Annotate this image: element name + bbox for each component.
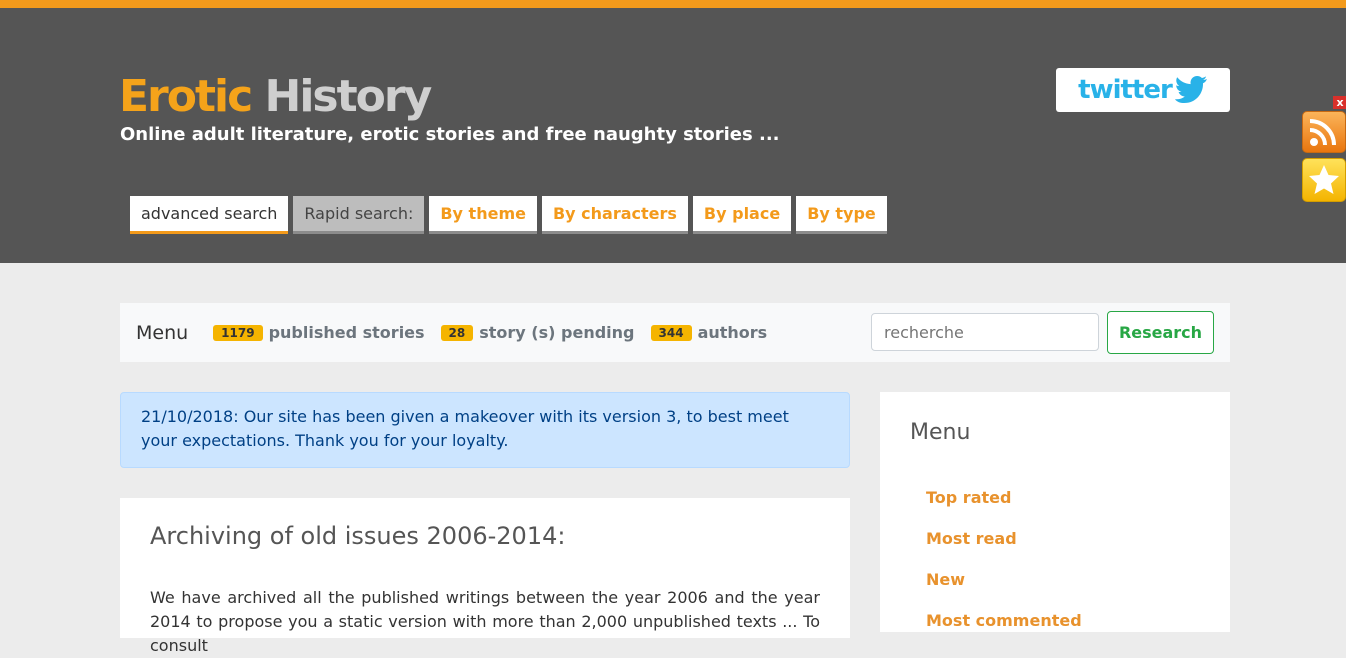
sidebar-item-most-commented[interactable]: Most commented [926, 611, 1082, 652]
twitter-label: twitter [1078, 75, 1173, 105]
sidebar-item-top-rated[interactable]: Top rated [926, 488, 1082, 529]
logo-word-erotic: Erotic [119, 71, 253, 122]
tab-by-theme[interactable]: By theme [429, 196, 537, 234]
site-logo[interactable]: Erotic History [119, 71, 433, 122]
search-input[interactable] [871, 313, 1099, 351]
twitter-button[interactable]: twitter [1056, 68, 1230, 112]
pending-count-badge: 28 [440, 324, 474, 341]
sidebar-list: Top rated Most read New Most commented [926, 488, 1082, 652]
published-count-badge: 1179 [213, 324, 263, 341]
rss-icon[interactable] [1302, 111, 1346, 153]
article-body: We have archived all the published writi… [150, 588, 820, 655]
menubar-title[interactable]: Menu [136, 322, 188, 344]
published-label: published stories [268, 323, 425, 342]
tab-by-characters[interactable]: By characters [541, 196, 688, 234]
tab-rapid-search[interactable]: Rapid search: [293, 196, 425, 234]
info-alert: 21/10/2018: Our site has been given a ma… [120, 392, 850, 468]
twitter-bird-icon [1174, 76, 1207, 103]
research-button[interactable]: Research [1107, 311, 1214, 354]
article-card: Archiving of old issues 2006-2014: We ha… [120, 498, 850, 655]
sidebar-menu: Menu Top rated Most read New Most commen… [880, 392, 1230, 632]
star-glyph-icon [1309, 165, 1339, 194]
search-tabs: advanced search Rapid search: By theme B… [130, 196, 887, 234]
stat-published-stories: 1179 published stories [213, 323, 425, 342]
logo-word-history: History [264, 71, 433, 122]
tab-advanced-search[interactable]: advanced search [130, 196, 289, 234]
sidebar-item-new[interactable]: New [926, 570, 1082, 611]
stat-authors: 344 authors [650, 323, 768, 342]
top-accent-bar [0, 0, 1346, 8]
stat-pending-stories: 28 story (s) pending [440, 323, 635, 342]
stats-menubar: Menu 1179 published stories 28 story (s)… [120, 303, 1230, 362]
pending-label: story (s) pending [479, 323, 635, 342]
authors-label: authors [697, 323, 768, 342]
tab-by-place[interactable]: By place [692, 196, 792, 234]
rss-glyph-icon [1309, 119, 1336, 146]
sidebar-title: Menu [910, 420, 971, 445]
sidebar-item-most-read[interactable]: Most read [926, 529, 1082, 570]
tab-by-type[interactable]: By type [796, 196, 887, 234]
authors-count-badge: 344 [650, 324, 692, 341]
site-tagline: Online adult literature, erotic stories … [120, 124, 780, 145]
star-icon[interactable] [1302, 158, 1346, 202]
close-icon[interactable]: x [1333, 96, 1346, 109]
article-title: Archiving of old issues 2006-2014: [150, 522, 566, 550]
